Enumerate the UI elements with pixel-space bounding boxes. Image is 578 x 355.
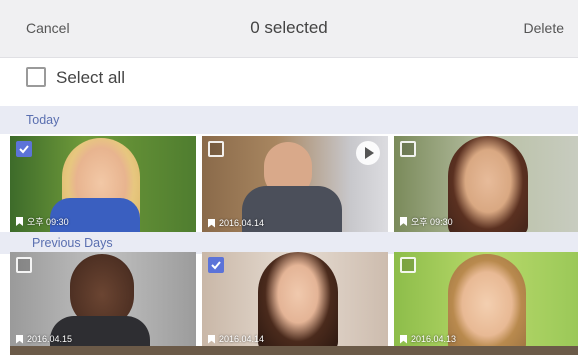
pin-icon (16, 217, 23, 226)
select-all-checkbox[interactable] (26, 67, 46, 87)
select-all-label: Select all (56, 68, 125, 87)
photo-timestamp: 2016.04.14 (208, 334, 264, 344)
photo-date: 2016.04.13 (411, 334, 457, 344)
photo-timestamp: 2016.04.15 (16, 334, 72, 344)
section-header-previous: Previous Days (0, 232, 578, 254)
photo-subject (448, 254, 526, 348)
photo-checkbox[interactable] (16, 141, 32, 157)
pin-icon (208, 334, 215, 344)
photo-timestamp: 오후 09:30 (16, 215, 69, 228)
photo-checkbox[interactable] (208, 257, 224, 273)
photo-timestamp: 2016.04.13 (400, 334, 456, 344)
section-header-today: Today (0, 106, 578, 134)
photo-timestamp: 2016.04.14 (208, 218, 264, 228)
photo-tile[interactable]: 오후 09:30 (10, 136, 196, 232)
pin-icon (400, 217, 407, 226)
photo-row-today: 오후 09:30 2016.04.14 오후 09:30 (10, 136, 578, 232)
photo-tile[interactable]: 2016.04.15 (10, 252, 196, 348)
play-icon (356, 141, 380, 165)
photo-tile[interactable]: 2016.04.14 (202, 136, 388, 232)
check-icon (211, 261, 221, 270)
check-icon (19, 145, 29, 154)
section-title: Previous Days (32, 236, 113, 250)
photo-date: 2016.04.15 (27, 334, 73, 344)
delete-button[interactable]: Delete (524, 20, 564, 36)
photo-subject (448, 136, 528, 232)
photo-date: 2016.04.14 (219, 218, 265, 228)
photo-checkbox[interactable] (208, 141, 224, 157)
photo-tile[interactable]: 오후 09:30 (394, 136, 578, 232)
next-row-peek (10, 346, 578, 355)
photo-subject (258, 252, 338, 348)
photo-checkbox[interactable] (400, 141, 416, 157)
photo-tile[interactable]: 2016.04.13 (394, 252, 578, 348)
photo-tile[interactable]: 2016.04.14 (202, 252, 388, 348)
pin-icon (16, 334, 23, 344)
photo-checkbox[interactable] (16, 257, 32, 273)
photo-date: 오후 09:30 (27, 217, 69, 227)
pin-icon (400, 334, 407, 344)
pin-icon (208, 218, 215, 228)
photo-row-previous: 2016.04.15 2016.04.14 2016.04.13 (10, 252, 578, 348)
select-all-row[interactable]: Select all (0, 58, 578, 102)
photo-date: 2016.04.14 (219, 334, 265, 344)
section-title: Today (26, 113, 60, 127)
photo-timestamp: 오후 09:30 (400, 215, 453, 228)
top-bar: Cancel 0 selected Delete (0, 0, 578, 58)
selected-count: 0 selected (250, 18, 328, 37)
photo-checkbox[interactable] (400, 257, 416, 273)
photo-date: 오후 09:30 (411, 217, 453, 227)
